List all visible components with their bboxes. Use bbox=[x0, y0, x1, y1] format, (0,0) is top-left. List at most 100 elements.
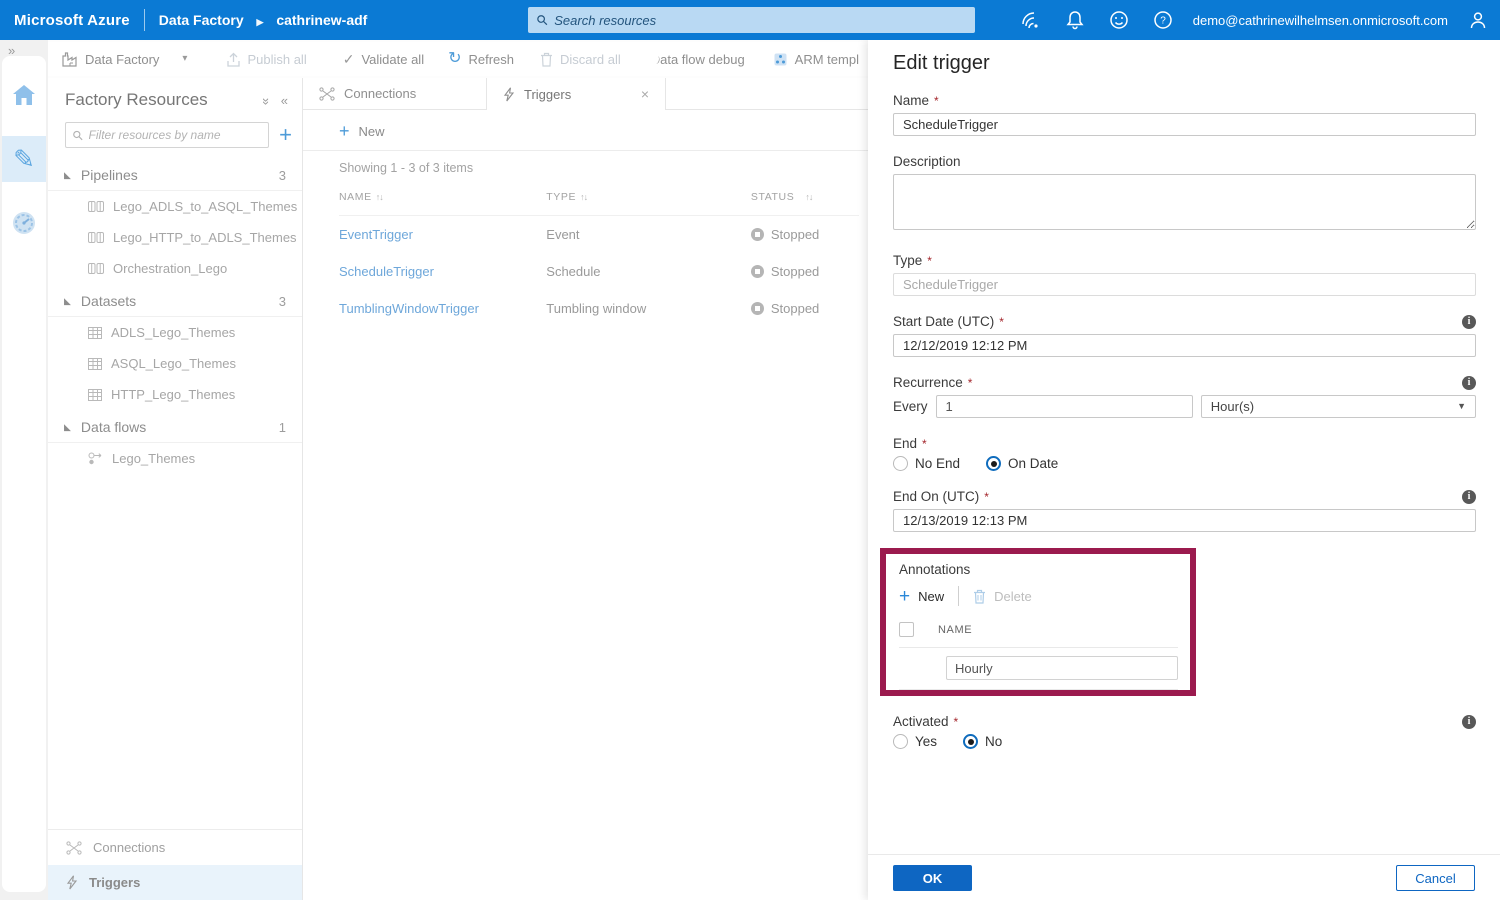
name-field[interactable] bbox=[893, 113, 1476, 136]
trash-icon bbox=[540, 52, 553, 67]
resources-footer: Connections Triggers bbox=[48, 829, 302, 900]
info-icon[interactable]: i bbox=[1462, 490, 1476, 504]
cancel-button[interactable]: Cancel bbox=[1396, 865, 1475, 891]
tab-connections[interactable]: Connections bbox=[303, 78, 486, 109]
collapse-panel-icon[interactable]: « bbox=[281, 93, 288, 108]
data-factory-menu-label: Data Factory bbox=[85, 52, 159, 67]
connection-status-icon[interactable] bbox=[1009, 0, 1053, 40]
user-email[interactable]: demo@cathrinewilhelmsen.onmicrosoft.com bbox=[1185, 13, 1456, 28]
tree-section-dataflows[interactable]: ◣ Data flows 1 bbox=[48, 410, 302, 443]
new-trigger-button[interactable]: + New bbox=[303, 110, 868, 151]
global-search[interactable]: ⚲ bbox=[528, 7, 975, 33]
resource-filter-input[interactable] bbox=[89, 128, 262, 142]
azure-data-factory-screen: Microsoft Azure Data Factory ▶ cathrinew… bbox=[0, 0, 1500, 900]
radio-label: Yes bbox=[915, 734, 937, 749]
publish-all-button[interactable]: Publish all bbox=[227, 52, 306, 67]
help-icon[interactable]: ? bbox=[1141, 0, 1185, 40]
radio-no-end[interactable]: No End bbox=[893, 456, 960, 471]
radio-on-date[interactable]: On Date bbox=[986, 456, 1058, 471]
start-date-label: Start Date (UTC) bbox=[893, 314, 994, 329]
trigger-type: Event bbox=[546, 227, 751, 242]
ok-button[interactable]: OK bbox=[893, 865, 972, 891]
notifications-bell-icon[interactable] bbox=[1053, 0, 1097, 40]
nav-author[interactable]: ✎ bbox=[2, 136, 46, 182]
nav-monitor[interactable] bbox=[2, 200, 46, 246]
stopped-status-icon bbox=[751, 228, 764, 241]
tree-item-label: HTTP_Lego_Themes bbox=[111, 387, 235, 402]
tree-item-dataset[interactable]: HTTP_Lego_Themes bbox=[48, 379, 302, 410]
tree-item-pipeline[interactable]: Lego_ADLS_to_ASQL_Themes bbox=[48, 191, 302, 222]
add-resource-button[interactable]: + bbox=[279, 124, 292, 146]
required-asterisk: * bbox=[927, 254, 932, 268]
breadcrumb-app[interactable]: Data Factory bbox=[159, 12, 244, 28]
required-asterisk: * bbox=[984, 490, 989, 504]
footer-item-triggers[interactable]: Triggers bbox=[48, 865, 302, 900]
tree-item-pipeline[interactable]: Lego_HTTP_to_ADLS_Themes bbox=[48, 222, 302, 253]
footer-item-connections[interactable]: Connections bbox=[48, 830, 302, 865]
tree-item-dataset[interactable]: ASQL_Lego_Themes bbox=[48, 348, 302, 379]
resource-filter[interactable]: ⚲ bbox=[65, 122, 269, 148]
close-tab-icon[interactable]: × bbox=[641, 87, 649, 101]
azure-brand[interactable]: Microsoft Azure bbox=[14, 12, 130, 29]
panel-footer: OK Cancel bbox=[868, 854, 1500, 900]
discard-all-button[interactable]: Discard all bbox=[540, 52, 621, 67]
trigger-row: EventTrigger Event Stopped bbox=[339, 216, 859, 253]
column-header-type[interactable]: TYPE↑↓ bbox=[546, 191, 751, 203]
footer-item-label: Connections bbox=[93, 840, 165, 855]
factory-resources-title: Factory Resources bbox=[65, 90, 252, 110]
select-all-checkbox[interactable] bbox=[899, 622, 914, 637]
dataset-icon bbox=[88, 327, 102, 339]
account-person-icon[interactable] bbox=[1456, 0, 1500, 40]
publish-icon bbox=[227, 52, 240, 67]
radio-selected-icon bbox=[986, 456, 1001, 471]
info-icon[interactable]: i bbox=[1462, 315, 1476, 329]
breadcrumb: Data Factory ▶ cathrinew-adf bbox=[159, 12, 368, 28]
radio-activated-yes[interactable]: Yes bbox=[893, 734, 937, 749]
tab-triggers[interactable]: Triggers × bbox=[486, 78, 666, 110]
trigger-name-link[interactable]: ScheduleTrigger bbox=[339, 264, 546, 279]
dataset-icon bbox=[88, 358, 102, 370]
column-header-name[interactable]: NAME↑↓ bbox=[339, 191, 546, 203]
trigger-row: ScheduleTrigger Schedule Stopped bbox=[339, 253, 859, 290]
end-label-row: End* bbox=[893, 436, 1476, 451]
info-icon[interactable]: i bbox=[1462, 715, 1476, 729]
annotation-value-field[interactable] bbox=[946, 656, 1178, 680]
refresh-button[interactable]: ↻ Refresh bbox=[448, 51, 514, 67]
recurrence-interval-field[interactable] bbox=[936, 395, 1193, 418]
arm-template-menu[interactable]: ARM templ bbox=[773, 52, 859, 67]
tree-item-dataflow[interactable]: Lego_Themes bbox=[48, 443, 302, 474]
column-header-status[interactable]: STATUS↑↓ bbox=[751, 191, 859, 203]
info-icon[interactable]: i bbox=[1462, 376, 1476, 390]
tree-item-pipeline[interactable]: Orchestration_Lego bbox=[48, 253, 302, 284]
description-label: Description bbox=[893, 154, 961, 169]
end-radio-group: No End On Date bbox=[893, 456, 1476, 471]
data-factory-menu[interactable]: Data Factory ▾ bbox=[62, 52, 187, 67]
type-label-row: Type* bbox=[893, 253, 1476, 268]
chevron-down-icon: ▾ bbox=[182, 54, 187, 64]
nav-home[interactable] bbox=[2, 72, 46, 118]
sort-icon: ↑↓ bbox=[580, 192, 587, 202]
trigger-name-link[interactable]: EventTrigger bbox=[339, 227, 546, 242]
end-on-field[interactable] bbox=[893, 509, 1476, 532]
tree-section-pipelines[interactable]: ◣ Pipelines 3 bbox=[48, 158, 302, 191]
type-field bbox=[893, 273, 1476, 296]
annotation-new-button[interactable]: + New bbox=[899, 587, 944, 606]
tree-item-dataset[interactable]: ADLS_Lego_Themes bbox=[48, 317, 302, 348]
feedback-smiley-icon[interactable] bbox=[1097, 0, 1141, 40]
radio-label: No End bbox=[915, 456, 960, 471]
recurrence-unit-select[interactable]: Hour(s) ▼ bbox=[1201, 395, 1476, 418]
checkmark-icon: ✓ bbox=[343, 52, 355, 66]
start-date-field[interactable] bbox=[893, 334, 1476, 357]
breadcrumb-factory[interactable]: cathrinew-adf bbox=[276, 12, 367, 28]
tree-item-label: Lego_ADLS_to_ASQL_Themes bbox=[113, 199, 297, 214]
collapse-all-icon[interactable]: » bbox=[264, 93, 269, 108]
left-nav-inner: ✎ bbox=[2, 56, 46, 892]
validate-all-button[interactable]: ✓ Validate all bbox=[343, 52, 424, 67]
radio-activated-no[interactable]: No bbox=[963, 734, 1002, 749]
search-input[interactable] bbox=[554, 13, 966, 28]
description-field[interactable] bbox=[893, 174, 1476, 230]
trigger-name-link[interactable]: TumblingWindowTrigger bbox=[339, 301, 546, 316]
items-count-text: Showing 1 - 3 of 3 items bbox=[303, 151, 868, 177]
tree-section-datasets[interactable]: ◣ Datasets 3 bbox=[48, 284, 302, 317]
annotation-delete-button[interactable]: Delete bbox=[973, 589, 1032, 604]
